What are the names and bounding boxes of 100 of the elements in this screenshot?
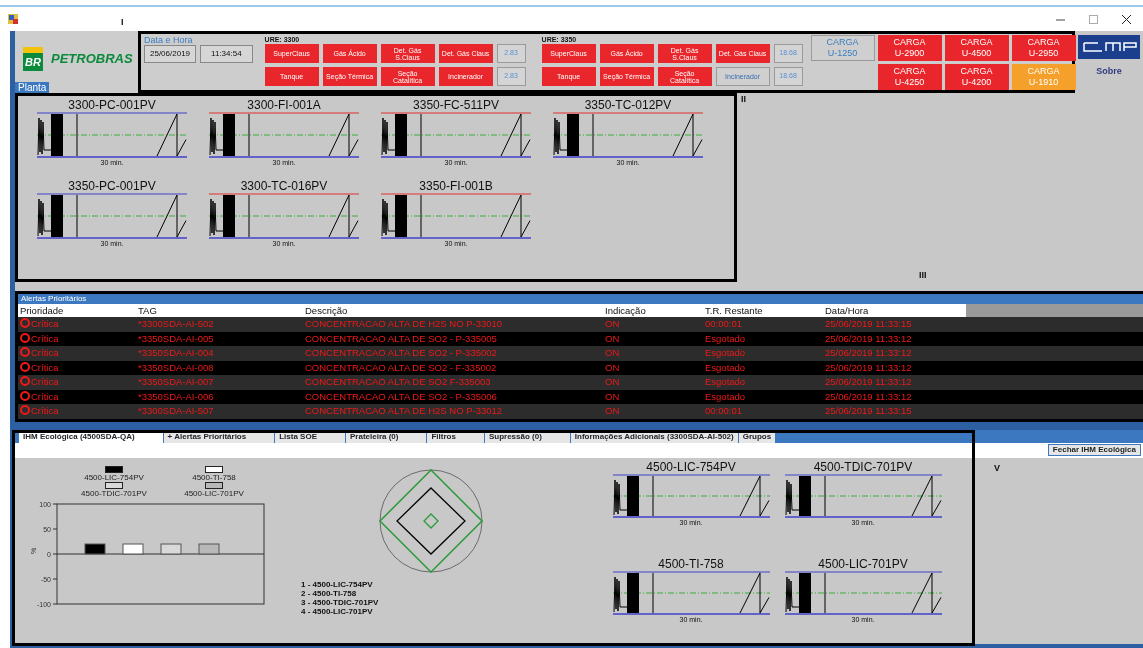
about-link[interactable]: Sobre <box>1096 65 1122 79</box>
table-cell-text: 25/06/2019 11:33:15 <box>824 404 913 418</box>
legend-entry: 1 - 4500-LIC-754PV <box>301 579 374 589</box>
table-cell-text: ON <box>604 360 621 375</box>
bar <box>160 543 182 554</box>
legend-label: 4500-LIC-754PV <box>84 472 144 482</box>
marker-label: II <box>741 93 746 106</box>
marker-label: III <box>919 268 927 282</box>
legend-entry: 4 - 4500-LIC-701PV <box>301 606 374 616</box>
trend-title: 4500-LIC-754PV <box>646 459 736 474</box>
column-header: Prioridade <box>19 304 65 317</box>
column-header: Indicação <box>604 304 647 317</box>
trend-title: 3350-TC-012PV <box>584 98 672 112</box>
table-cell-text: *3350SDA-AI-006 <box>137 389 215 404</box>
bar <box>198 543 220 554</box>
maximize-icon[interactable] <box>1089 14 1098 24</box>
time-field: 11:34:54 <box>200 45 253 63</box>
table-cell-text: *3300SDA-AI-502 <box>137 317 215 331</box>
trend-title: 4500-TDIC-701PV <box>813 459 913 474</box>
bar <box>84 543 106 554</box>
table-cell-text: Esgotado <box>704 346 747 360</box>
column-header: TAG <box>137 304 158 317</box>
priority-text: Crítica <box>31 347 59 358</box>
trend-title: 4500-TI-758 <box>658 557 724 571</box>
trend-title: 3300-PC-001PV <box>68 98 156 112</box>
load-button[interactable]: CARGA U-2900 <box>877 35 942 61</box>
trend-title: 3350-FI-001B <box>419 178 493 193</box>
table-cell-text: ON <box>604 375 621 389</box>
table-cell-text: CONCENTRACAO ALTA DE H2S NO P-33010 <box>304 317 504 331</box>
brand-name: PETROBRAS <box>51 50 133 69</box>
table-cell-text: ON <box>604 404 621 418</box>
y-tick <box>52 578 58 579</box>
legend-entry: 2 - 4500-TI-758 <box>301 588 358 598</box>
y-tick <box>52 528 58 529</box>
table-cell-text: Esgotado <box>704 360 747 375</box>
table-cell-text: Esgotado <box>704 389 747 404</box>
table-cell-text: CONCENTRACAO ALTA DE SO2 - P-335005 <box>304 331 498 346</box>
table-cell-text: 00:00:01 <box>704 317 743 331</box>
trend-title: 3350-PC-001PV <box>68 178 156 193</box>
load-button[interactable]: CARGA U-2950 <box>1011 35 1076 61</box>
app-icon <box>8 14 18 24</box>
legend-label: 4500-LIC-701PV <box>184 488 244 498</box>
load-button[interactable]: CARGA U-4200 <box>944 64 1009 90</box>
table-cell-text: 25/06/2019 11:33:12 <box>824 389 913 404</box>
close-icon[interactable] <box>1122 14 1131 24</box>
column-header: Data/Hora <box>824 304 870 317</box>
close-panel-button[interactable]: Fechar IHM Ecológica <box>1047 444 1141 456</box>
priority-text: Crítica <box>31 332 59 344</box>
alert-icon <box>20 405 30 415</box>
lab-logo-icon <box>1078 35 1140 61</box>
alert-icon <box>20 376 30 386</box>
table-cell-text: Esgotado <box>704 331 747 346</box>
legend-label: 4500-TDIC-701PV <box>81 488 147 498</box>
y-tick <box>52 503 58 504</box>
date-field: 25/06/2019 <box>144 45 197 63</box>
legend-entry: 3 - 4500-TDIC-701PV <box>301 597 380 607</box>
alert-icon <box>20 347 30 357</box>
plant-tab[interactable]: Planta <box>15 82 50 93</box>
trend-title: 3300-FI-001A <box>247 98 321 112</box>
table-cell-text: 25/06/2019 11:33:15 <box>824 317 913 331</box>
table-cell-text: CONCENTRACAO ALTA DE H2S NO P-33012 <box>304 404 504 418</box>
datetime-label: Data e Hora <box>144 35 194 45</box>
alert-icon <box>20 318 30 328</box>
table-cell-text: ON <box>604 317 621 331</box>
alert-icon <box>20 361 30 372</box>
load-button[interactable]: CARGA U-4500 <box>944 35 1009 61</box>
table-cell-text: 25/06/2019 11:33:12 <box>824 360 913 375</box>
column-header: T.R. Restante <box>704 304 764 317</box>
marker-label: V <box>994 461 1000 475</box>
table-cell-text: CONCENTRACAO ALTA DE SO2 - P-335002 <box>304 346 498 360</box>
table-cell-text: *3350SDA-AI-007 <box>137 375 215 389</box>
trend-title: 3350-FC-511PV <box>413 98 499 112</box>
trend-title: 4500-LIC-701PV <box>818 557 908 571</box>
alert-icon <box>20 390 30 401</box>
trend-title: 3300-TC-016PV <box>240 178 328 193</box>
logo-mark: BR <box>23 47 43 71</box>
priority-text: Crítica <box>31 361 59 373</box>
priority-text: Crítica <box>31 390 59 402</box>
table-cell-text: Esgotado <box>704 375 747 389</box>
table-cell-text: *3350SDA-AI-005 <box>137 331 215 346</box>
load-button[interactable]: CARGA U-1250 <box>810 35 875 61</box>
load-button[interactable]: CARGA U-4250 <box>877 64 942 90</box>
bar <box>122 543 144 554</box>
table-cell-text: CONCENTRACAO ALTA DE SO2 - F-335002 <box>304 360 498 375</box>
column-header: Descrição <box>304 304 349 317</box>
table-cell-text: *3350SDA-AI-008 <box>137 360 215 375</box>
priority-text: Crítica <box>31 318 59 329</box>
table-cell-text: 25/06/2019 11:33:12 <box>824 331 913 346</box>
alert-icon <box>20 332 30 343</box>
table-cell-text: CONCENTRACAO ALTA DE SO2 - P-335006 <box>304 389 498 404</box>
y-tick <box>52 603 58 604</box>
table-cell-text: *3350SDA-AI-004 <box>137 346 215 360</box>
table-cell-text: 25/06/2019 11:33:12 <box>824 375 913 389</box>
legend-label: 4500-TI-758 <box>192 472 236 482</box>
table-cell-text: 25/06/2019 11:33:12 <box>824 346 913 360</box>
table-cell-text: ON <box>604 389 621 404</box>
table-cell-text: *3300SDA-AI-507 <box>137 404 215 418</box>
table-cell-text: ON <box>604 346 621 360</box>
table-cell-text: ON <box>604 331 621 346</box>
priority-text: Crítica <box>31 376 59 387</box>
